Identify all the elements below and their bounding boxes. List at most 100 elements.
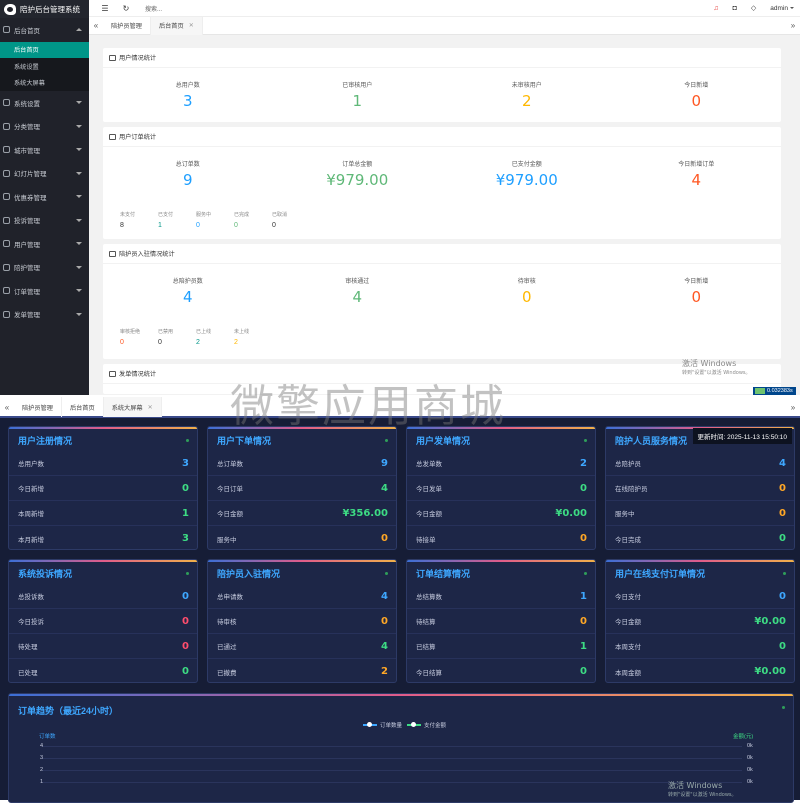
- grid-line: [42, 782, 742, 783]
- stat-item: 待审核 0: [442, 276, 612, 306]
- stat-row: 服务中 0: [208, 526, 396, 549]
- sidebar-item[interactable]: 后台首页: [0, 18, 89, 42]
- smile-icon: [109, 250, 116, 257]
- stat-value: 4: [352, 288, 363, 306]
- chevron-icon: [76, 124, 82, 128]
- stat-label: 总发单数: [416, 461, 442, 468]
- sidebar-item[interactable]: 城市管理: [0, 138, 89, 162]
- grid-line: [42, 746, 742, 747]
- stat-row: 本周金额 ¥0.00: [606, 659, 794, 682]
- stat-item: 订单总金额 ¥979.00: [273, 159, 443, 189]
- chevron-icon: [76, 218, 82, 222]
- sidebar-item[interactable]: 用户管理: [0, 232, 89, 256]
- card-title: 用户注册情况: [9, 429, 197, 451]
- chevron-icon: [76, 171, 82, 175]
- sidebar-item[interactable]: 发单管理: [0, 303, 89, 327]
- submenu-item[interactable]: 系统大屏幕: [0, 75, 89, 92]
- sidebar-item[interactable]: 投诉管理: [0, 209, 89, 233]
- menu-icon: [3, 146, 10, 154]
- card-title-text: 陪护员入驻情况: [217, 568, 281, 579]
- stat-value: 1: [182, 507, 189, 519]
- stat-value: 0: [182, 615, 189, 627]
- mini-stat-label: 已上线: [196, 329, 212, 335]
- stat-label: 总订单数: [217, 461, 243, 468]
- stat-value: 4: [182, 288, 193, 306]
- stat-row: 已处理 0: [9, 659, 197, 682]
- stat-card: 订单结算情况 总结算数 1 待结算 0 已结算 1 今日结算 0: [406, 559, 596, 683]
- username: admin: [770, 4, 788, 12]
- status-dot: [584, 439, 587, 442]
- stat-label: 总陪护员数: [172, 279, 203, 285]
- stat-card: 用户在线支付订单情况 今日支付 0 今日金额 ¥0.00 本周支付 0 本周金额 ¥0.00: [605, 559, 795, 683]
- tab-scroll-right-icon[interactable]: »: [786, 21, 800, 30]
- stat-value: 3: [182, 457, 189, 469]
- sidebar-item[interactable]: 幻灯片管理: [0, 162, 89, 186]
- tab-scroll-right-icon[interactable]: »: [786, 403, 800, 412]
- sidebar-item[interactable]: 陪护管理: [0, 256, 89, 280]
- mini-stat-value: 0: [120, 339, 124, 346]
- tag-icon[interactable]: ◇: [751, 4, 756, 12]
- stat-value: 0: [691, 92, 702, 110]
- stat-value: 0: [779, 482, 786, 494]
- stat-item: 总订单数 9: [103, 159, 273, 189]
- submenu-item[interactable]: 后台首页: [0, 41, 89, 58]
- user-menu[interactable]: admin: [770, 5, 794, 12]
- big-screen-dashboard: 更新时间: 2025-11-13 15:50:10 用户注册情况 总用户数 3 今日新…: [0, 418, 800, 803]
- sidebar-item-label: 分类管理: [14, 124, 40, 132]
- stat-row: 待结算 0: [407, 609, 595, 634]
- stat-value: 9: [381, 457, 388, 469]
- mini-stat-row: 审核拒绝 0 已禁用 0 已上线 2 未上线 2: [103, 306, 781, 346]
- update-time: 更新时间: 2025-11-13 15:50:10: [692, 428, 792, 444]
- card-title-text: 陪护人员服务情况: [615, 435, 688, 446]
- mini-stat-value: 2: [234, 339, 238, 346]
- stat-value: 2: [580, 457, 587, 469]
- tab-nurse-manage[interactable]: 陪护员管理: [14, 397, 62, 417]
- sidebar-item[interactable]: 分类管理: [0, 115, 89, 139]
- stat-card: 陪护人员服务情况 总陪护员 4 在线陪护员 0 服务中 0 今日完成 0: [605, 426, 795, 550]
- stat-label: 总陪护员: [615, 461, 641, 468]
- stat-label: 今日新增: [684, 279, 709, 285]
- tab-scroll-left-icon[interactable]: «: [89, 21, 103, 30]
- legend-item-orders[interactable]: 订单数量: [363, 721, 402, 729]
- sidebar-item[interactable]: 优惠券管理: [0, 185, 89, 209]
- stat-value: 0: [580, 666, 587, 677]
- stat-card: 用户下单情况 总订单数 9 今日订单 4 今日金额 ¥356.00 服务中 0: [207, 426, 397, 550]
- card-title-text: 用户订单统计: [119, 134, 157, 141]
- stat-row: 待审核 0: [208, 609, 396, 634]
- tab-home[interactable]: 后台首页: [62, 397, 104, 417]
- stat-item: 今日新增订单 4: [612, 159, 782, 189]
- sidebar-item[interactable]: 系统设置: [0, 91, 89, 115]
- menu-toggle-icon[interactable]: ☰: [100, 3, 110, 13]
- bell-icon[interactable]: ♫: [713, 5, 718, 12]
- stat-row: 今日订单 4: [208, 476, 396, 501]
- card-title: 用户在线支付订单情况: [606, 562, 794, 584]
- tab-scroll-left-icon[interactable]: «: [0, 403, 14, 412]
- tab-nurse-manage[interactable]: 陪护员管理: [103, 16, 151, 35]
- stat-row: 待处理 0: [9, 634, 197, 659]
- legend-item-payment[interactable]: 支付金额: [407, 721, 446, 729]
- sidebar-item[interactable]: 订单管理: [0, 279, 89, 303]
- stat-label: 今日金额: [217, 511, 243, 518]
- sidebar-item-label: 投诉管理: [14, 218, 40, 226]
- stat-item: 总陪护员数 4: [103, 276, 273, 306]
- mini-stat: 未上线 2: [234, 328, 272, 346]
- card-title-text: 订单结算情况: [416, 568, 471, 579]
- sidebar-item-label: 发单管理: [14, 312, 40, 320]
- stat-value: ¥979.00: [495, 171, 558, 189]
- tab-big-screen[interactable]: 系统大屏幕 ✕: [103, 397, 162, 417]
- close-icon[interactable]: ✕: [148, 404, 153, 411]
- y-axis-label-right: 金额(元): [733, 734, 754, 740]
- sidebar-item-label: 后台首页: [14, 27, 40, 35]
- close-icon[interactable]: ✕: [189, 22, 194, 29]
- stat-value: 0: [691, 288, 702, 306]
- stat-value: 4: [381, 482, 388, 494]
- stat-label: 已支付金额: [511, 162, 542, 168]
- mini-stat-label: 未上线: [234, 329, 250, 335]
- refresh-icon[interactable]: ↻: [121, 3, 131, 13]
- submenu-item[interactable]: 系统设置: [0, 58, 89, 75]
- search-input[interactable]: 搜索...: [145, 4, 162, 13]
- card-title: 用户订单统计: [103, 127, 781, 147]
- message-icon[interactable]: ◘: [733, 5, 737, 12]
- tab-home[interactable]: 后台首页 ✕: [150, 16, 203, 35]
- card-title: 陪护员入驻情况: [208, 562, 396, 584]
